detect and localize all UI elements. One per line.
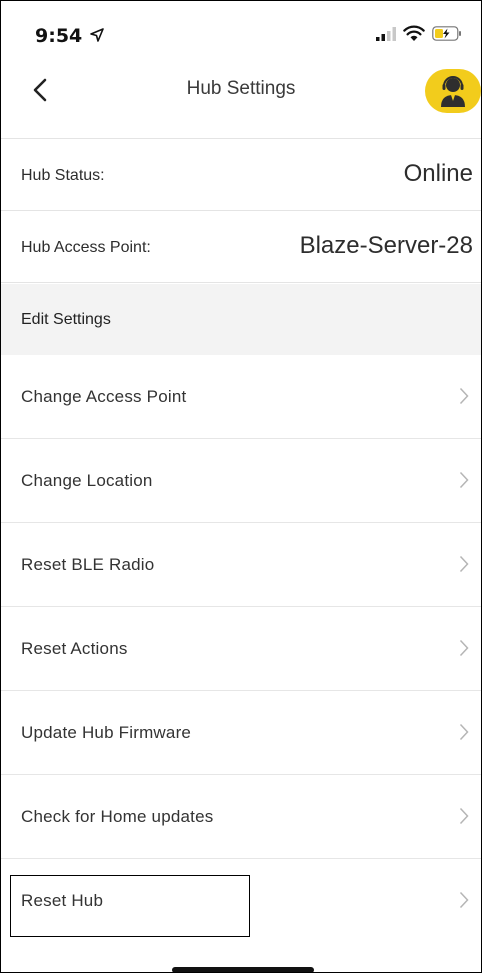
- back-chevron-icon[interactable]: [31, 75, 51, 105]
- status-bar: 9:54: [1, 1, 481, 61]
- status-time: 9:54: [35, 25, 83, 47]
- section-header-label: Edit Settings: [21, 311, 111, 328]
- menu-item-update-hub-firmware[interactable]: Update Hub Firmware: [1, 691, 481, 775]
- chevron-right-icon: [459, 891, 469, 909]
- menu-item-change-access-point[interactable]: Change Access Point: [1, 355, 481, 439]
- navigation-bar: Hub Settings: [1, 61, 481, 119]
- hub-status-row: Hub Status: Online: [1, 139, 481, 211]
- signal-icon: [376, 27, 396, 41]
- chevron-right-icon: [459, 387, 469, 405]
- menu-item-label: Update Hub Firmware: [21, 723, 192, 742]
- support-button[interactable]: [425, 69, 481, 113]
- highlight-box: [10, 875, 250, 937]
- chevron-right-icon: [459, 723, 469, 741]
- hub-access-point-value: Blaze-Server-28: [299, 232, 473, 259]
- chevron-right-icon: [459, 471, 469, 489]
- wifi-icon: [403, 25, 425, 41]
- phone-screen: 9:54 Hub Settings Hub Status: Online Hub…: [0, 0, 482, 973]
- location-arrow-icon: [90, 28, 104, 42]
- menu-item-label: Change Access Point: [21, 387, 187, 406]
- page-title: Hub Settings: [186, 78, 296, 99]
- menu-item-label: Reset BLE Radio: [21, 555, 155, 574]
- hub-status-label: Hub Status:: [21, 167, 105, 184]
- home-indicator: [172, 967, 314, 972]
- chevron-right-icon: [459, 807, 469, 825]
- chevron-right-icon: [459, 555, 469, 573]
- menu-item-reset-actions[interactable]: Reset Actions: [1, 607, 481, 691]
- support-agent-icon: [441, 76, 465, 107]
- edit-settings-header: Edit Settings: [1, 284, 481, 355]
- hub-access-point-row: Hub Access Point: Blaze-Server-28: [1, 211, 481, 283]
- menu-item-label: Reset Actions: [21, 639, 128, 658]
- chevron-right-icon: [459, 639, 469, 657]
- menu-item-label: Check for Home updates: [21, 807, 214, 826]
- menu-item-check-home-updates[interactable]: Check for Home updates: [1, 775, 481, 859]
- hub-access-point-label: Hub Access Point:: [21, 239, 151, 256]
- menu-item-reset-ble-radio[interactable]: Reset BLE Radio: [1, 523, 481, 607]
- battery-charging-icon: [432, 26, 461, 41]
- hub-status-value: Online: [403, 160, 473, 187]
- menu-item-label: Change Location: [21, 471, 153, 490]
- menu-item-change-location[interactable]: Change Location: [1, 439, 481, 523]
